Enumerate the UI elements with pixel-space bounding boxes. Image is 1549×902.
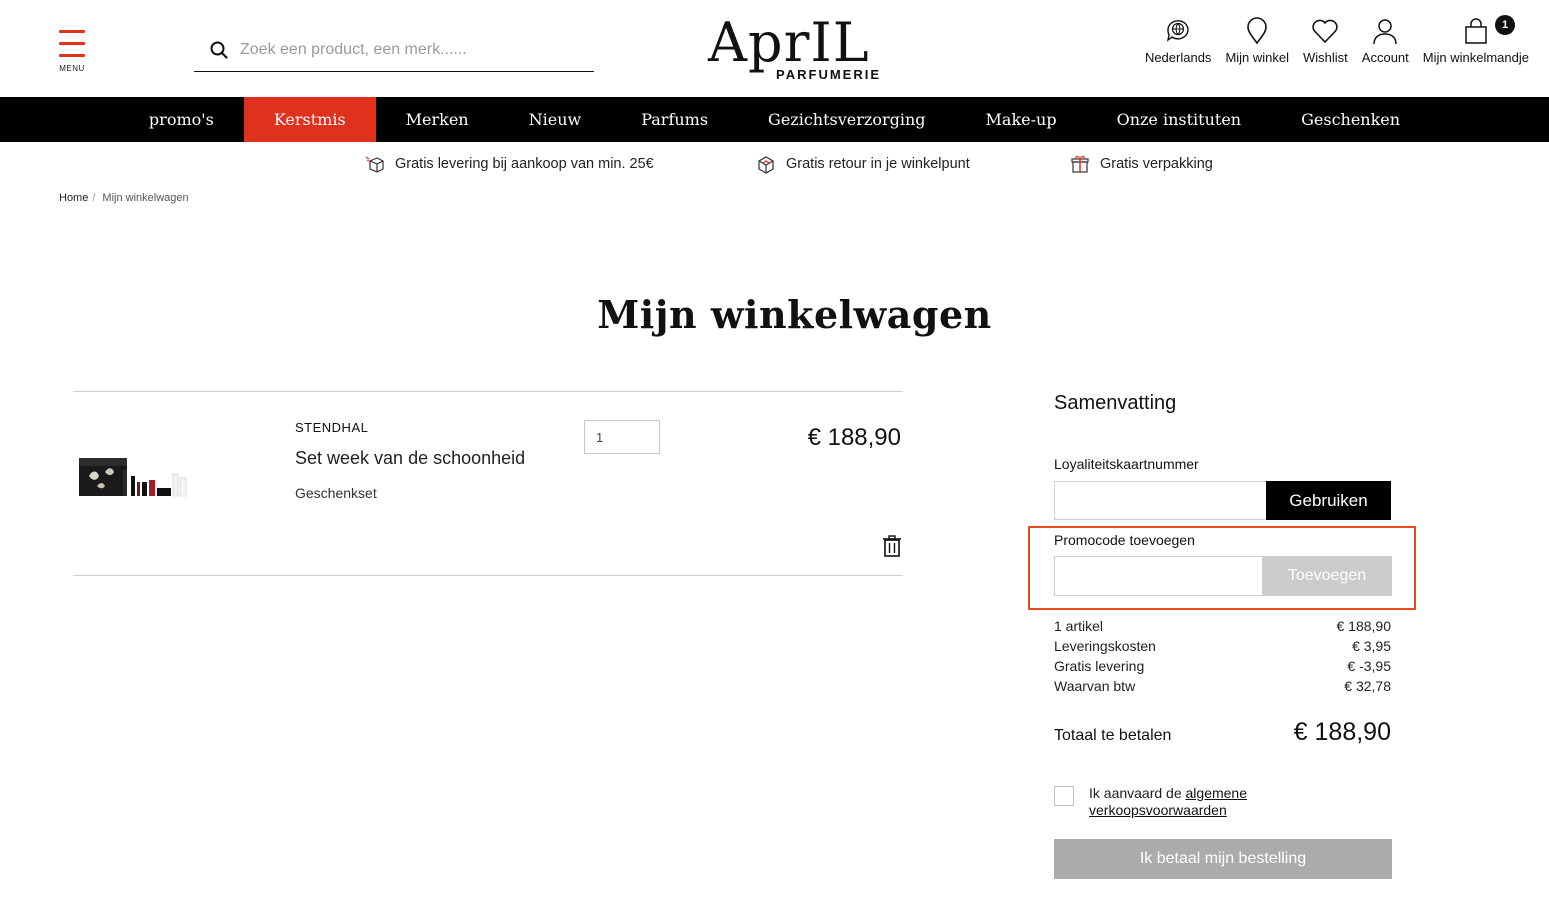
usp-free-return: Gratis retour in je winkelpunt [756, 154, 970, 174]
free-delivery-value: € -3,95 [1347, 658, 1391, 674]
product-price: € 188,90 [807, 424, 901, 451]
promo-code-input[interactable] [1054, 556, 1262, 596]
add-promo-button[interactable]: Toevoegen [1262, 556, 1392, 596]
nav-item-merken[interactable]: Merken [376, 97, 499, 142]
nav-item-onze-instituten[interactable]: Onze instituten [1087, 97, 1272, 142]
search-input[interactable] [240, 40, 570, 59]
nav-item-nieuw[interactable]: Nieuw [499, 97, 612, 142]
hamburger-icon [59, 30, 85, 33]
hamburger-bar [59, 42, 85, 45]
my-store-link[interactable]: Mijn winkel [1225, 16, 1289, 66]
loyalty-card-row: Gebruiken [1054, 481, 1391, 520]
breadcrumb-current: Mijn winkelwagen [102, 192, 189, 204]
breadcrumb: Home / Mijn winkelwagen [59, 192, 189, 204]
cart-count-badge: 1 [1495, 15, 1515, 35]
vat-label: Waarvan btw [1054, 678, 1136, 694]
terms-acceptance: Ik aanvaard de algemene verkoopsvoorwaar… [1054, 785, 1391, 822]
total-line-vat: Waarvan btw € 32,78 [1054, 677, 1391, 697]
breadcrumb-home[interactable]: Home [59, 192, 88, 204]
usp-free-delivery-text: Gratis levering bij aankoop van min. 25€ [395, 156, 654, 172]
cart-label: Mijn winkelmandje [1422, 50, 1529, 65]
promo-code-label: Promocode toevoegen [1054, 532, 1195, 548]
cart-item-list: STENDHAL Set week van de schoonheid Gesc… [73, 391, 903, 576]
terms-checkbox[interactable] [1054, 786, 1074, 806]
logo-wordmark: AprIL [708, 11, 870, 74]
search-icon[interactable] [208, 39, 230, 61]
free-delivery-label: Gratis levering [1054, 658, 1145, 674]
totals-list: 1 artikel € 188,90 Leveringskosten € 3,9… [1054, 617, 1391, 697]
nav-item-geschenken[interactable]: Geschenken [1271, 97, 1430, 142]
menu-button[interactable]: MENU [56, 28, 88, 74]
menu-label: MENU [59, 64, 85, 73]
nav-item-promos[interactable]: promo's [119, 97, 244, 142]
nav-item-parfums[interactable]: Parfums [611, 97, 738, 142]
delivery-value: € 3,95 [1352, 638, 1391, 654]
shopping-bag-icon [1461, 16, 1491, 46]
search-bar [194, 28, 594, 72]
product-image[interactable] [77, 450, 193, 506]
total-line-delivery: Leveringskosten € 3,95 [1054, 637, 1391, 657]
map-pin-icon [1242, 16, 1272, 46]
loyalty-card-label: Loyaliteitskaartnummer [1054, 456, 1199, 472]
breadcrumb-separator: / [92, 192, 96, 204]
summary-title: Samenvatting [1054, 392, 1177, 414]
articles-label: 1 artikel [1054, 618, 1104, 634]
site-header: MENU AprIL PARFUMERIE Nederlands Mijn wi… [0, 0, 1549, 97]
usp-free-wrapping: Gratis verpakking [1070, 154, 1213, 174]
use-loyalty-button[interactable]: Gebruiken [1266, 481, 1391, 520]
loyalty-card-input[interactable] [1054, 481, 1266, 520]
trash-icon[interactable] [881, 534, 903, 558]
hamburger-bar [59, 54, 85, 57]
quantity-input[interactable] [584, 420, 660, 454]
heart-icon [1310, 16, 1340, 46]
product-name[interactable]: Set week van de schoonheid [295, 448, 525, 469]
logo-subtitle: PARFUMERIE [776, 67, 881, 82]
account-link[interactable]: Account [1362, 16, 1409, 66]
language-label: Nederlands [1144, 50, 1212, 65]
account-label: Account [1361, 50, 1409, 65]
nav-item-kerstmis[interactable]: Kerstmis [243, 97, 376, 142]
pay-order-button[interactable]: Ik betaal mijn bestelling [1054, 839, 1392, 879]
april-logo[interactable]: AprIL PARFUMERIE [708, 12, 883, 86]
return-box-icon [756, 154, 776, 174]
main-navigation: promo's Kerstmis Merken Nieuw Parfums Ge… [0, 97, 1549, 142]
usp-free-return-text: Gratis retour in je winkelpunt [786, 156, 970, 172]
product-type: Geschenkset [295, 485, 377, 501]
grand-total-value: € 188,90 [1293, 718, 1391, 746]
terms-prefix: Ik aanvaard de [1089, 785, 1182, 801]
nav-item-gezichtsverzorging[interactable]: Gezichtsverzorging [738, 97, 955, 142]
usp-free-wrapping-text: Gratis verpakking [1100, 156, 1213, 172]
delivery-label: Leveringskosten [1054, 638, 1156, 654]
grand-total: Totaal te betalen € 188,90 [1054, 718, 1391, 747]
usp-bar: Gratis levering bij aankoop van min. 25€… [0, 154, 1549, 178]
page-title: Mijn winkelwagen [597, 292, 992, 337]
delivery-box-icon [365, 154, 385, 174]
wishlist-label: Wishlist [1303, 50, 1348, 65]
cart-link[interactable]: Mijn winkelmandje 1 [1422, 15, 1529, 66]
my-store-label: Mijn winkel [1225, 50, 1290, 65]
promo-code-row: Toevoegen [1054, 556, 1392, 596]
usp-free-delivery: Gratis levering bij aankoop van min. 25€ [365, 154, 654, 174]
articles-value: € 188,90 [1336, 618, 1392, 634]
terms-text: Ik aanvaard de algemene verkoopsvoorwaar… [1089, 785, 1329, 819]
user-icon [1370, 16, 1400, 46]
grand-total-label: Totaal te betalen [1054, 727, 1172, 744]
wishlist-link[interactable]: Wishlist [1303, 16, 1348, 66]
header-actions: Nederlands Mijn winkel Wishlist Account … [1131, 15, 1529, 66]
globe-chat-icon [1163, 16, 1193, 46]
product-brand[interactable]: STENDHAL [295, 420, 368, 435]
language-selector[interactable]: Nederlands [1144, 16, 1212, 66]
vat-value: € 32,78 [1344, 678, 1391, 694]
nav-item-make-up[interactable]: Make-up [956, 97, 1087, 142]
total-line-free-delivery: Gratis levering € -3,95 [1054, 657, 1391, 677]
gift-icon [1070, 154, 1090, 174]
total-line-articles: 1 artikel € 188,90 [1054, 617, 1391, 637]
